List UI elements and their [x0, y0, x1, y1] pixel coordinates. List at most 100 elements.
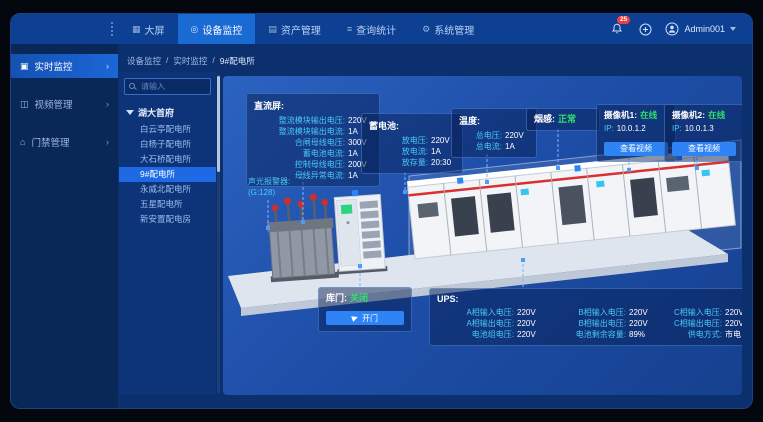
- nav-item-assets[interactable]: ▤ 资产管理: [255, 14, 334, 44]
- metric-value: 市电: [725, 329, 742, 340]
- nav-right-cluster: 25 Admin001: [609, 21, 752, 37]
- top-nav: ▦ 大屏 ◎ 设备监控 ▤ 资产管理 ≡ 查询统计 ⚙ 系统管理 25: [11, 14, 752, 44]
- sidebar-item-video-mgmt[interactable]: ◫ 视频管理 ›: [11, 92, 118, 116]
- card-title: 直流屏:: [254, 99, 372, 112]
- sidebar-item-label: 实时监控: [35, 59, 73, 73]
- metric-label: A相输入电压:: [437, 307, 514, 318]
- card-title: UPS:: [437, 294, 742, 304]
- ip-value: 10.0.1.2: [617, 123, 646, 134]
- metric-label: 电池组电压:: [437, 329, 514, 340]
- video-icon: ◫: [20, 99, 29, 110]
- sidebar-item-access-mgmt[interactable]: ⌂ 门禁管理 ›: [11, 130, 118, 154]
- breadcrumb-current: 9#配电所: [220, 55, 255, 67]
- nav-item-bigscreen[interactable]: ▦ 大屏: [119, 14, 178, 44]
- metric-label: B相输入电压:: [545, 307, 626, 318]
- camera-status: 在线: [708, 110, 732, 121]
- metric-value: 220V: [505, 130, 529, 141]
- camera-label: 摄像机2:: [672, 110, 705, 121]
- metric-label: 总电压:: [459, 130, 502, 141]
- tree-item[interactable]: 永威北配电所: [119, 182, 216, 197]
- metric-value: 89%: [629, 329, 653, 340]
- metric-label: 放存量:: [369, 157, 428, 168]
- metric-value: 220V: [517, 307, 541, 318]
- sidebar-item-label: 视频管理: [35, 97, 73, 111]
- smoke-sensor-card: 烟感:正常: [526, 108, 600, 131]
- tree-item-selected[interactable]: 9#配电所: [119, 167, 216, 182]
- search-input[interactable]: [139, 81, 206, 92]
- nav-item-label: 设备监控: [202, 22, 242, 37]
- tree-item[interactable]: 白杨子配电所: [119, 137, 216, 152]
- sidebar-item-label: 门禁管理: [31, 135, 69, 149]
- notification-bell-icon[interactable]: 25: [609, 21, 625, 37]
- nav-item-label: 资产管理: [281, 22, 321, 37]
- user-menu[interactable]: Admin001: [665, 22, 736, 36]
- scrollbar-thumb[interactable]: [217, 76, 220, 172]
- tree-item[interactable]: 大石桥配电所: [119, 152, 216, 167]
- notification-badge: 25: [617, 16, 629, 24]
- stats-icon: ≡: [347, 24, 352, 34]
- screen-icon: ▦: [132, 24, 141, 35]
- metric-value: 220V: [725, 307, 742, 318]
- alarm-label: 声光报警器:: [248, 176, 290, 187]
- metric-value: 220V: [725, 318, 742, 329]
- metric-value: 20:30: [431, 157, 455, 168]
- ip-label: IP:: [672, 123, 682, 134]
- door-card: 库门:关闭 开门: [318, 287, 412, 332]
- open-door-label: 开门: [362, 313, 378, 324]
- door-open-icon: [351, 314, 359, 322]
- sensor-label: 烟感:: [534, 114, 555, 125]
- sidebar: ▣ 实时监控 › ◫ 视频管理 › ⌂ 门禁管理 ›: [11, 44, 118, 408]
- metric-label: 整流模块输出电压:: [254, 115, 345, 126]
- view-video-button[interactable]: 查看视频: [604, 142, 668, 156]
- metric-label: 放电流:: [369, 146, 428, 157]
- open-door-button[interactable]: 开门: [326, 311, 404, 325]
- camera-status: 在线: [640, 110, 664, 121]
- nav-item-system[interactable]: ⚙ 系统管理: [409, 14, 487, 44]
- tree-root-node[interactable]: 湖大首府: [119, 103, 216, 122]
- view-video-button[interactable]: 查看视频: [672, 142, 736, 156]
- monitor-icon: ◎: [191, 24, 199, 35]
- card-title: 温度:: [459, 114, 529, 127]
- camera2-card: 摄像机2:在线 IP:10.0.1.3 查看视频: [664, 104, 742, 162]
- app-window: ▦ 大屏 ◎ 设备监控 ▤ 资产管理 ≡ 查询统计 ⚙ 系统管理 25: [10, 13, 753, 409]
- chevron-right-icon: ›: [106, 61, 109, 71]
- ups-card: UPS: A相输入电压:220V B相输入电压:220V C相输入电压:220V…: [429, 288, 742, 346]
- ip-label: IP:: [604, 123, 614, 134]
- metric-label: C相输出电压:: [657, 318, 722, 329]
- nav-item-device-monitor[interactable]: ◎ 设备监控: [178, 14, 256, 44]
- tree-item[interactable]: 新安置配电房: [119, 212, 216, 227]
- sound-light-alarm-tag: 声光报警器: (G:128): [248, 176, 290, 198]
- monitor-screen-icon: ▣: [20, 61, 29, 72]
- tree-item[interactable]: 白云亭配电所: [119, 122, 216, 137]
- metric-value: 1A: [505, 141, 529, 152]
- ip-value: 10.0.1.3: [685, 123, 714, 134]
- sensor-status: 正常: [558, 114, 582, 125]
- door-label: 库门:: [326, 293, 347, 304]
- caret-down-icon: [126, 110, 134, 115]
- chevron-down-icon: [730, 27, 736, 31]
- asset-icon: ▤: [268, 24, 277, 35]
- metric-label: 整流模块输出电流:: [254, 126, 345, 137]
- breadcrumb-item[interactable]: 实时监控: [173, 55, 207, 67]
- metric-label: 蓄电池电流:: [254, 148, 345, 159]
- nav-item-query-stats[interactable]: ≡ 查询统计: [334, 14, 409, 44]
- metric-label: 控制母线电压:: [254, 159, 345, 170]
- tree-item[interactable]: 五星配电所: [119, 197, 216, 212]
- metric-label: B相输出电压:: [545, 318, 626, 329]
- metric-label: 供电方式:: [657, 329, 722, 340]
- dc-panel-card: 直流屏: 整流模块输出电压:220V 整流模块输出电流:1A 合闸母线电压:30…: [246, 93, 380, 187]
- substation-3d-view: 直流屏: 整流模块输出电压:220V 整流模块输出电流:1A 合闸母线电压:30…: [223, 76, 742, 395]
- metric-label: C相输入电压:: [657, 307, 722, 318]
- breadcrumb-separator: /: [166, 55, 168, 67]
- breadcrumb-item[interactable]: 设备监控: [127, 55, 161, 67]
- sidebar-item-realtime-monitor[interactable]: ▣ 实时监控 ›: [11, 54, 118, 78]
- metric-label: 放电压:: [369, 135, 428, 146]
- camera-label: 摄像机1:: [604, 110, 637, 121]
- alarm-value: (G:128): [248, 187, 290, 198]
- tree-root-label: 湖大首府: [138, 106, 174, 119]
- breadcrumb: 设备监控 / 实时监控 / 9#配电所: [127, 55, 255, 67]
- nav-drag-handle-icon: [111, 22, 113, 36]
- nav-item-label: 查询统计: [356, 22, 396, 37]
- metric-label: 总电流:: [459, 141, 502, 152]
- fullscreen-icon[interactable]: [637, 21, 653, 37]
